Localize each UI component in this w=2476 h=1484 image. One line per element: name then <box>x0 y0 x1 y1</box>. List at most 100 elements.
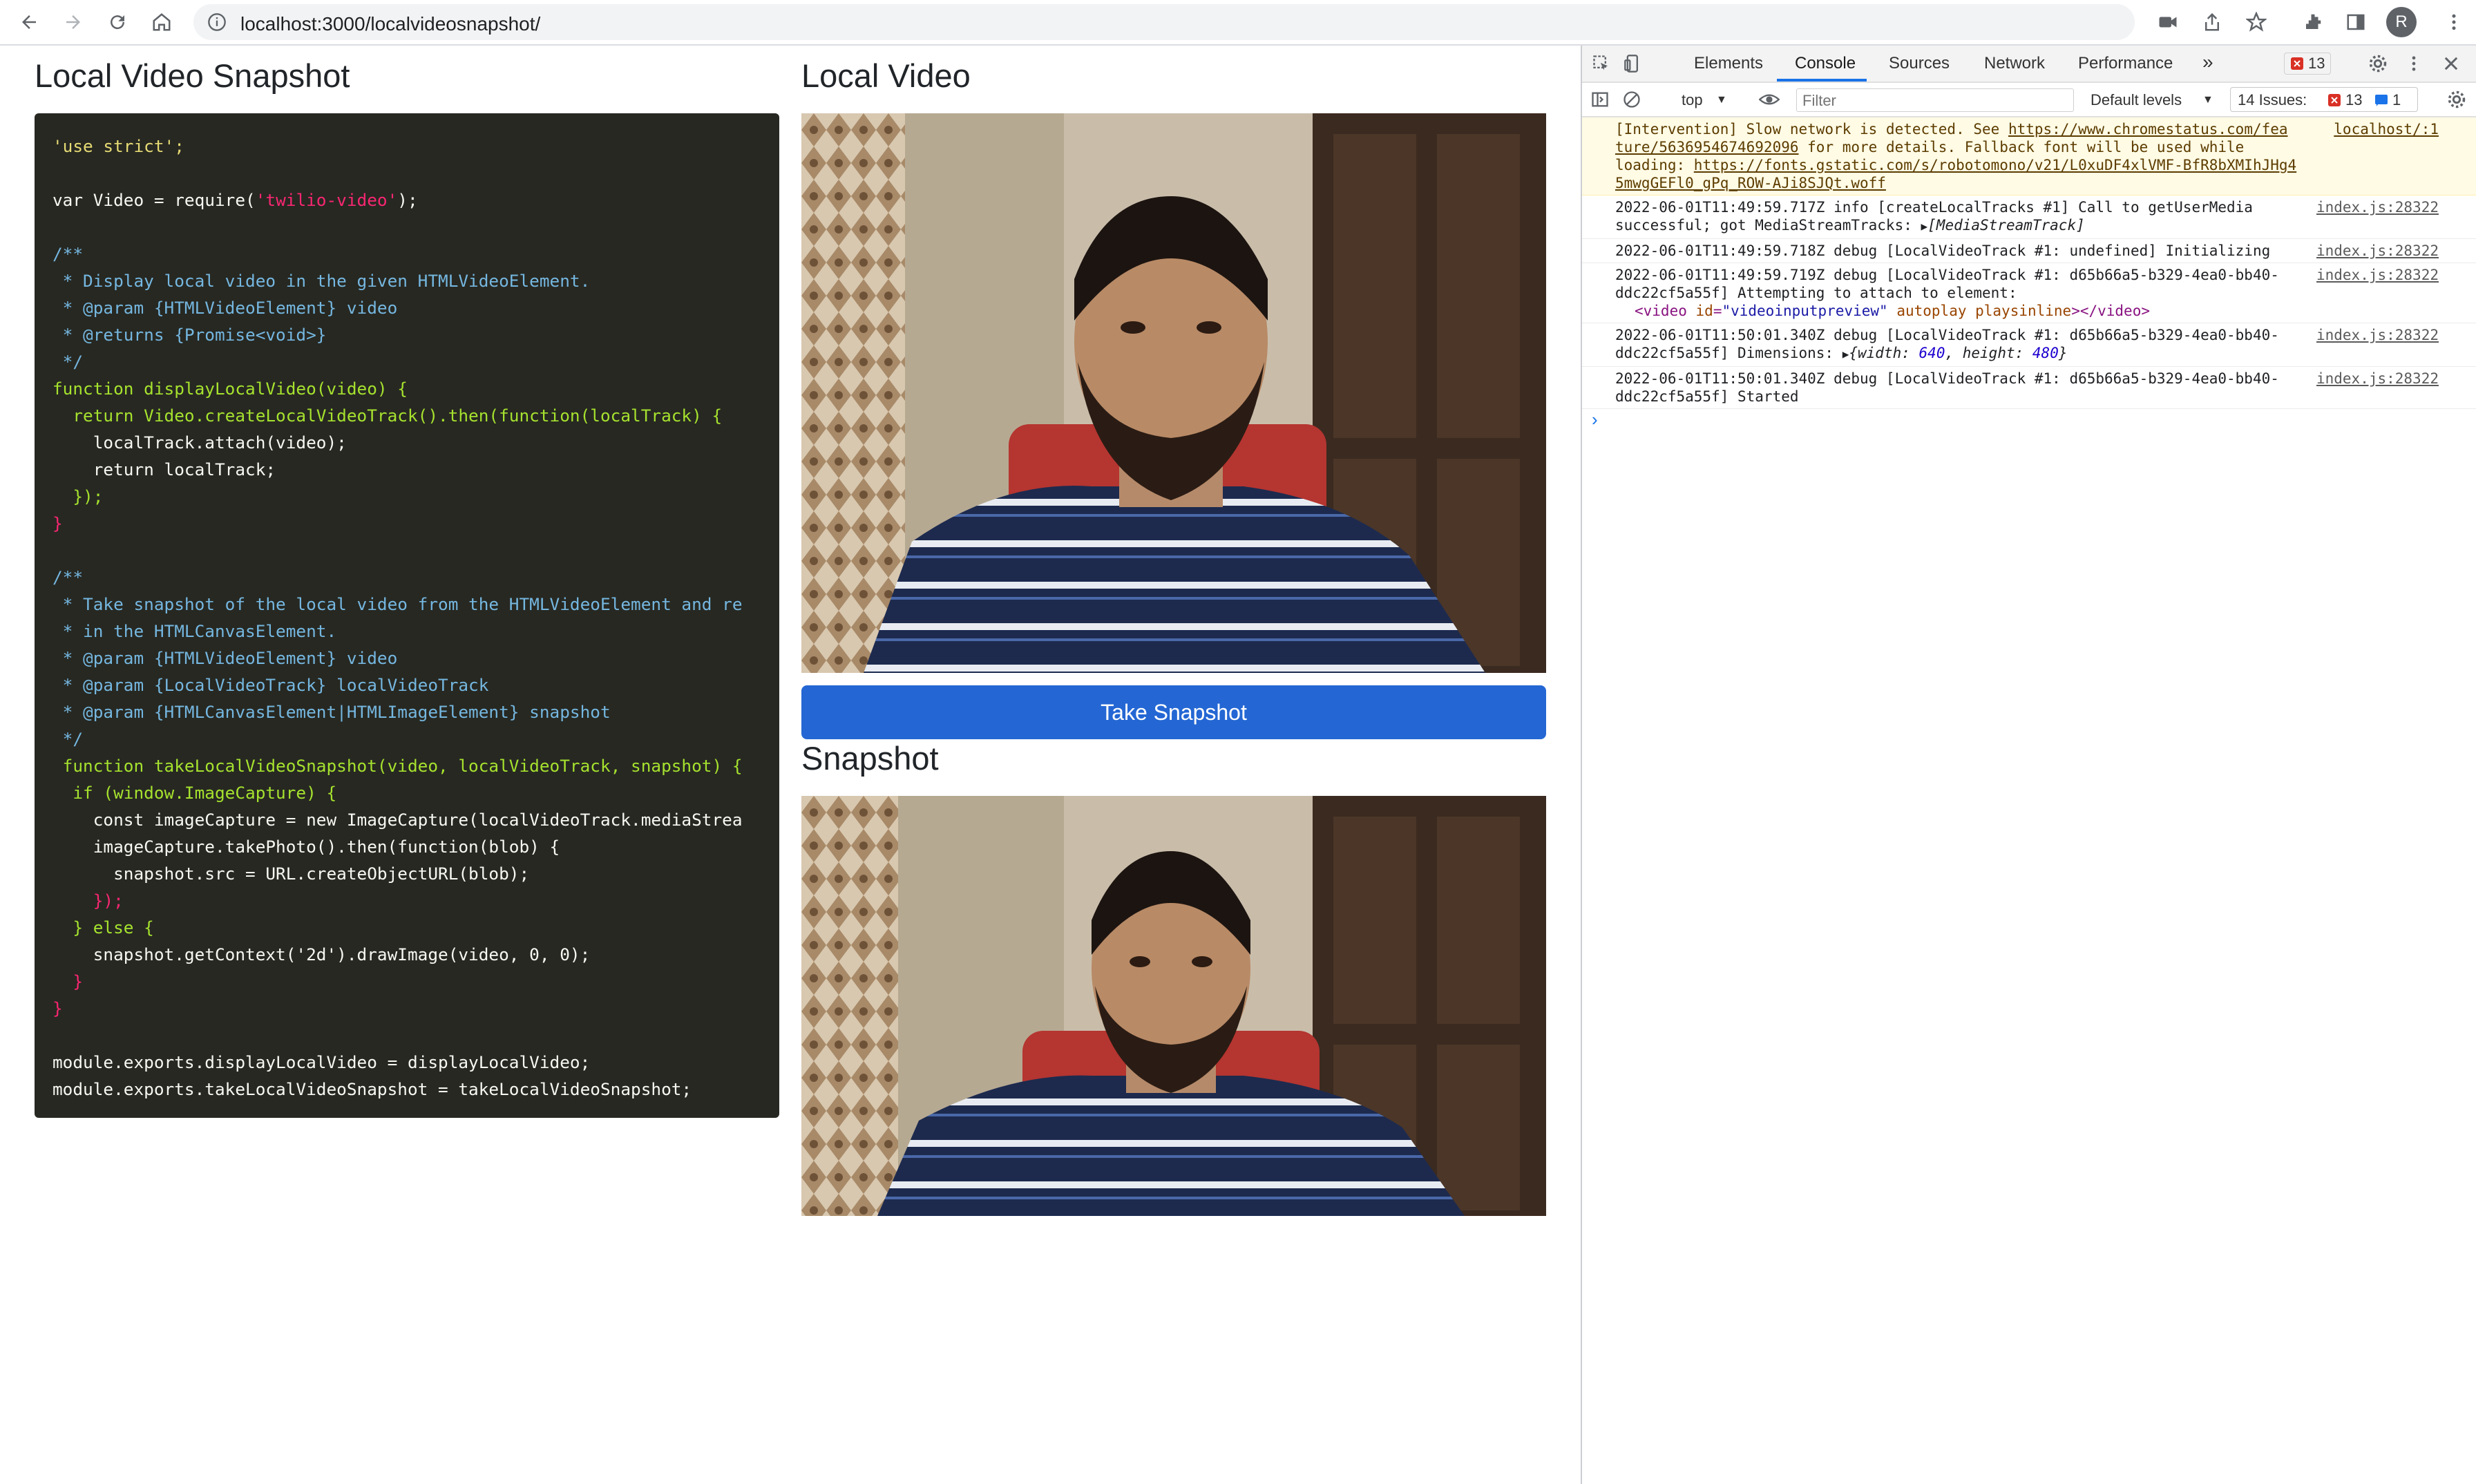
tab-console[interactable]: Console <box>1795 54 1856 73</box>
forward-button[interactable] <box>57 6 90 39</box>
issues-label: 14 Issues: <box>2238 91 2307 108</box>
message-source[interactable]: index.js:28322 <box>2316 198 2439 216</box>
console-message: 2022-06-01T11:49:59.717Z info [createLoc… <box>1582 196 2476 239</box>
console-message: 2022-06-01T11:50:01.340Z debug [LocalVid… <box>1582 323 2476 367</box>
code-comment: /** <box>53 244 84 264</box>
back-button[interactable] <box>12 6 46 39</box>
arrow-left-icon <box>22 15 36 29</box>
chevron-down-icon: ▼ <box>2202 94 2213 106</box>
console-messages: [Intervention] Slow network is detected.… <box>1582 117 2476 437</box>
reload-icon <box>111 15 125 30</box>
code-line: } else { <box>53 917 154 938</box>
error-icon <box>2291 57 2303 70</box>
code-line: snapshot.src = URL.createObjectURL(blob)… <box>53 864 530 884</box>
local-video-heading: Local Video <box>801 57 971 94</box>
devtools-tabbar: Elements Console Sources Network Perform… <box>1582 46 2476 83</box>
share-icon[interactable] <box>2197 7 2227 37</box>
code-line: }); <box>53 486 104 506</box>
code-text: 'use strict'; var Video = require('twili… <box>35 113 779 1118</box>
address-bar[interactable]: localhost:3000/localvideosnapshot/ <box>193 4 2135 40</box>
active-tab-indicator <box>1777 79 1867 82</box>
message-text: 2022-06-01T11:49:59.718Z debug [LocalVid… <box>1615 242 2271 259</box>
code-string: 'twilio-video' <box>255 190 398 210</box>
tab-performance[interactable]: Performance <box>2078 54 2173 73</box>
console-message: 2022-06-01T11:49:59.719Z debug [LocalVid… <box>1582 263 2476 323</box>
inspect-element-icon[interactable] <box>1592 54 1611 77</box>
code-line: } <box>53 971 84 991</box>
devtools-menu-icon[interactable] <box>2404 54 2423 77</box>
code-line: function takeLocalVideoSnapshot(video, l… <box>53 756 743 776</box>
camera-icon[interactable] <box>2153 7 2183 37</box>
code-comment: * Display local video in the given HTMLV… <box>53 271 591 291</box>
element-tag: <video <box>1635 303 1696 319</box>
more-tabs-button[interactable]: » <box>2202 51 2213 73</box>
info-message-icon <box>2375 95 2388 106</box>
message-source[interactable]: index.js:28322 <box>2316 370 2439 388</box>
browser-toolbar: localhost:3000/localvideosnapshot/ R <box>0 0 2476 46</box>
context-selector[interactable]: top <box>1682 91 1703 109</box>
local-video <box>801 113 1546 673</box>
message-source[interactable]: index.js:28322 <box>2316 266 2439 284</box>
tab-elements[interactable]: Elements <box>1694 54 1763 73</box>
site-info-icon[interactable] <box>207 12 227 35</box>
issues-button[interactable]: 14 Issues: 13 1 <box>2230 87 2418 112</box>
message-source[interactable]: index.js:28322 <box>2316 242 2439 260</box>
sidebar-toggle-icon[interactable] <box>1590 90 1610 113</box>
extensions-icon[interactable] <box>2298 7 2328 37</box>
code-comment: * @param {HTMLVideoElement} video <box>53 298 398 318</box>
issues-error-count: 13 <box>2345 91 2363 108</box>
close-devtools-icon[interactable] <box>2441 54 2461 77</box>
side-panel-icon[interactable] <box>2341 7 2371 37</box>
code-comment: */ <box>53 352 84 372</box>
snapshot-image <box>801 796 1546 1216</box>
message-text: 2022-06-01T11:50:01.340Z debug [LocalVid… <box>1615 370 2279 405</box>
code-comment: * @param {LocalVideoTrack} localVideoTra… <box>53 675 489 695</box>
message-object[interactable]: [MediaStreamTrack] <box>1927 217 2085 234</box>
device-toolbar-icon[interactable] <box>1623 54 1643 77</box>
code-line: } <box>53 513 63 533</box>
error-counter[interactable]: 13 <box>2284 53 2332 75</box>
message-link[interactable]: https://fonts.gstatic.com/s/robotomono/v… <box>1615 157 2296 191</box>
message-link[interactable]: https://www.chromestatus.com/fea <box>2008 121 2288 137</box>
console-settings-icon[interactable] <box>2447 90 2466 113</box>
code-comment: * @returns {Promise<void>} <box>53 325 327 345</box>
issues-info-count: 1 <box>2392 91 2401 108</box>
code-line: snapshot.getContext('2d').drawImage(vide… <box>53 944 591 964</box>
page-title: Local Video Snapshot <box>35 57 350 94</box>
eye-icon[interactable] <box>1758 90 1780 113</box>
bookmark-star-icon[interactable] <box>2241 7 2272 37</box>
code-line: localTrack.attach(video); <box>53 432 347 453</box>
expand-triangle-icon[interactable]: ▶ <box>1842 348 1849 361</box>
log-levels-dropdown[interactable]: Default levels <box>2091 91 2182 109</box>
message-source[interactable]: index.js:28322 <box>2316 326 2439 344</box>
code-block: 'use strict'; var Video = require('twili… <box>35 113 779 1118</box>
home-button[interactable] <box>145 6 178 39</box>
console-filter-input[interactable]: Filter <box>1796 88 2074 112</box>
tab-network[interactable]: Network <box>1984 54 2045 73</box>
message-text: [Intervention] Slow network is detected.… <box>1615 121 2008 137</box>
reload-button[interactable] <box>101 6 134 39</box>
message-source[interactable]: localhost/:1 <box>2334 120 2439 138</box>
kebab-menu-icon[interactable] <box>2439 7 2469 37</box>
prompt-chevron-icon: › <box>1592 409 1598 430</box>
message-link[interactable]: ture/5636954674692096 <box>1615 139 1799 155</box>
code-line: module.exports.takeLocalVideoSnapshot = … <box>53 1079 692 1099</box>
console-prompt[interactable]: › <box>1582 409 2476 437</box>
expand-triangle-icon[interactable]: ▶ <box>1921 220 1928 233</box>
filter-placeholder: Filter <box>1802 92 1836 109</box>
clear-console-icon[interactable] <box>1622 90 1641 113</box>
code-comment: * in the HTMLCanvasElement. <box>53 621 337 641</box>
url-text: localhost:3000/localvideosnapshot/ <box>240 13 541 35</box>
take-snapshot-button[interactable]: Take Snapshot <box>801 685 1546 739</box>
message-element[interactable]: <video id="videoinputpreview" autoplay p… <box>1615 302 2305 320</box>
profile-avatar[interactable]: R <box>2386 7 2417 37</box>
settings-gear-icon[interactable] <box>2368 54 2388 77</box>
code-comment: * @param {HTMLVideoElement} video <box>53 648 398 668</box>
message-text: 2022-06-01T11:49:59.719Z debug [LocalVid… <box>1615 267 2279 301</box>
object-preview: , height: <box>1945 345 2032 361</box>
tab-sources[interactable]: Sources <box>1889 54 1950 73</box>
object-preview: } <box>2058 345 2068 361</box>
code-line: const imageCapture = new ImageCapture(lo… <box>53 810 743 830</box>
console-message: 2022-06-01T11:49:59.718Z debug [LocalVid… <box>1582 239 2476 263</box>
element-attr: id <box>1695 303 1713 319</box>
